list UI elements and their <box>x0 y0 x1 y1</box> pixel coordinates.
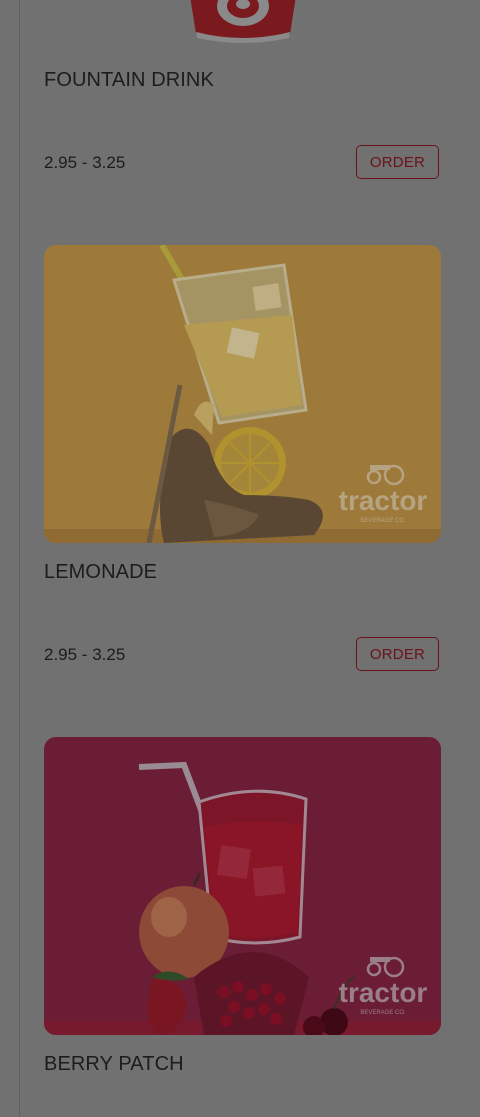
svg-text:BEVERAGE CO.: BEVERAGE CO. <box>360 518 406 524</box>
svg-text:tractor: tractor <box>339 485 428 516</box>
sidebar-divider <box>19 0 20 1117</box>
svg-text:BEVERAGE CO.: BEVERAGE CO. <box>360 1010 406 1016</box>
item-title-fountain-drink: FOUNTAIN DRINK <box>44 69 214 91</box>
item-title-berry-patch: BERRY PATCH <box>44 1053 184 1075</box>
svg-text:tractor: tractor <box>339 977 428 1008</box>
menu-page: FOUNTAIN DRINK 2.95 - 3.25 ORDER tractor… <box>0 0 480 1117</box>
item-price-fountain-drink: 2.95 - 3.25 <box>44 153 126 172</box>
lemonade-photo[interactable]: tractor BEVERAGE CO. <box>44 245 441 543</box>
item-title-lemonade: LEMONADE <box>44 561 158 583</box>
berry-drink-photo[interactable]: tractor BEVERAGE CO. <box>44 737 441 1035</box>
order-button-fountain-drink[interactable]: ORDER <box>356 145 439 179</box>
order-button-lemonade[interactable]: ORDER <box>356 637 439 671</box>
item-price-lemonade: 2.95 - 3.25 <box>44 645 126 664</box>
soda-cup-image[interactable] <box>186 0 300 44</box>
